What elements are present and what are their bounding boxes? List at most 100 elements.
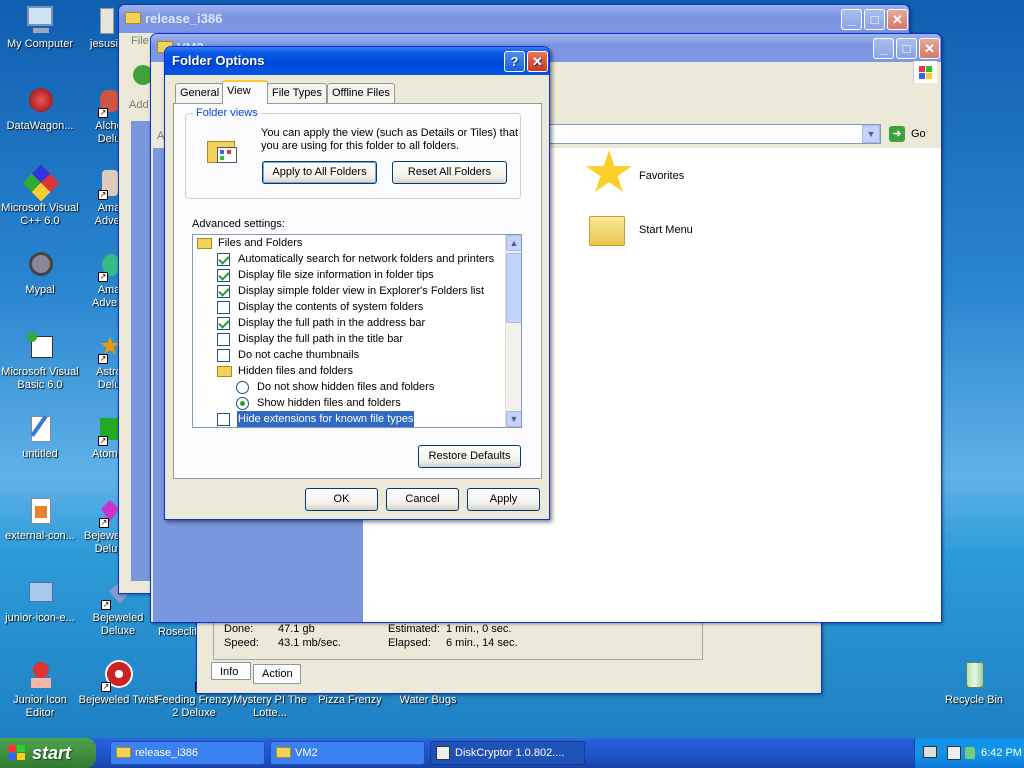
setting-row[interactable]: Display simple folder view in Explorer's… [193, 283, 505, 299]
address-dropdown-icon[interactable]: ▼ [862, 125, 880, 143]
minimize-button[interactable]: _ [873, 38, 894, 59]
minimize-button[interactable]: _ [841, 9, 862, 30]
setting-checkbox[interactable] [217, 285, 230, 298]
help-button[interactable]: ? [504, 51, 525, 72]
tab-general[interactable]: General [175, 83, 225, 103]
close-button[interactable]: ✕ [919, 38, 940, 59]
apply-to-all-folders-button[interactable]: Apply to All Folders [262, 161, 377, 184]
start-button[interactable]: start [0, 738, 96, 768]
desktop-icon-mypal[interactable]: Mypal [0, 250, 80, 297]
done-value: 47.1 gb [278, 623, 315, 635]
setting-row[interactable]: Files and Folders [193, 235, 505, 251]
desktop-icon-junior-icon-e[interactable]: junior-icon-e... [0, 578, 80, 625]
setting-row[interactable]: Display the full path in the title bar [193, 331, 505, 347]
scroll-down-icon[interactable]: ▼ [506, 411, 521, 427]
network-icon[interactable] [965, 747, 975, 759]
menu-file[interactable]: File [131, 35, 149, 47]
setting-checkbox[interactable] [217, 253, 230, 266]
tab-action[interactable]: Action [253, 664, 301, 684]
folder-icon [276, 747, 291, 758]
setting-radio[interactable] [236, 397, 249, 410]
favorites-star-icon [585, 150, 633, 192]
setting-checkbox[interactable] [217, 349, 230, 362]
setting-row[interactable]: Do not cache thumbnails [193, 347, 505, 363]
elapsed-label: Elapsed: [388, 637, 431, 649]
desktop-icon-recycle-bin[interactable]: Recycle Bin [934, 660, 1014, 707]
folder-views-icon [207, 135, 241, 167]
settings-scrollbar[interactable]: ▲ ▼ [505, 235, 521, 427]
desktop-icon-bejeweled-twist[interactable]: ↗ Bejeweled Twist [78, 660, 158, 707]
datawagon-icon [23, 86, 57, 118]
go-arrow-icon: ➜ [889, 126, 905, 142]
setting-label: Display simple folder view in Explorer's… [238, 285, 485, 297]
setting-row[interactable]: Display the full path in the address bar [193, 315, 505, 331]
folder-options-dialog[interactable]: Folder Options ? ✕ General View File Typ… [164, 46, 550, 520]
folder-icon [116, 747, 131, 758]
desktop-icon-my-computer[interactable]: My Computer [0, 4, 80, 51]
elapsed-value: 6 min., 14 sec. [446, 637, 518, 649]
setting-checkbox[interactable] [217, 333, 230, 346]
release-i386-titlebar[interactable]: release_i386 _ □ ✕ [119, 5, 909, 33]
setting-label: Hidden files and folders [238, 365, 353, 377]
speed-value: 43.1 mb/sec. [278, 637, 341, 649]
desktop-icon-junior-icon-editor[interactable]: Junior Icon Editor [0, 660, 80, 720]
desktop-icon-visual-basic[interactable]: Microsoft Visual Basic 6.0 [0, 332, 80, 392]
desktop-icon-external-con[interactable]: external-con... [0, 496, 80, 543]
setting-checkbox[interactable] [217, 317, 230, 330]
restore-defaults-button[interactable]: Restore Defaults [418, 445, 521, 468]
setting-row[interactable]: Hide extensions for known file types [193, 411, 505, 427]
diskcryptor-tray-icon[interactable] [947, 746, 961, 760]
desktop-icon-datawagon[interactable]: DataWagon... [0, 86, 80, 133]
tab-file-types[interactable]: File Types [267, 83, 327, 103]
address-bar[interactable]: ▼ [547, 124, 881, 144]
setting-checkbox[interactable] [217, 269, 230, 282]
reset-all-folders-button[interactable]: Reset All Folders [392, 161, 507, 184]
setting-radio[interactable] [236, 381, 249, 394]
apply-button[interactable]: Apply [467, 488, 540, 511]
desktop-icon-visual-cpp[interactable]: Microsoft Visual C++ 6.0 [0, 164, 80, 228]
advanced-settings-list[interactable]: Files and Folders Automatically search fo… [192, 234, 522, 428]
file-item-start-menu[interactable]: Start Menu [589, 212, 789, 252]
setting-checkbox[interactable] [217, 413, 230, 426]
desktop-icon-untitled[interactable]: untitled [0, 414, 80, 461]
file-item-favorites[interactable]: Favorites [585, 150, 785, 200]
maximize-button[interactable]: □ [896, 38, 917, 59]
desktop-icon-pizza-frenzy[interactable]: Pizza Frenzy [310, 694, 390, 707]
task-vm2[interactable]: VM2 [270, 741, 425, 765]
maximize-button[interactable]: □ [864, 9, 885, 30]
setting-row[interactable]: Display the contents of system folders [193, 299, 505, 315]
keyboard-icon[interactable] [923, 746, 937, 758]
task-diskcryptor[interactable]: DiskCryptor 1.0.802.... [430, 741, 585, 765]
dialog-titlebar[interactable]: Folder Options ? ✕ [165, 47, 549, 75]
setting-row[interactable]: Display file size information in folder … [193, 267, 505, 283]
setting-row[interactable]: Hidden files and folders [193, 363, 505, 379]
setting-row[interactable]: Automatically search for network folders… [193, 251, 505, 267]
go-button[interactable]: ➜ Go [887, 124, 935, 144]
setting-checkbox[interactable] [217, 301, 230, 314]
windows-logo-icon [913, 61, 937, 83]
setting-label: Show hidden files and folders [257, 397, 401, 409]
my-computer-icon [23, 4, 57, 36]
setting-label: Display the full path in the title bar [238, 333, 404, 345]
task-release-i386[interactable]: release_i386 [110, 741, 265, 765]
cancel-button[interactable]: Cancel [386, 488, 459, 511]
scroll-thumb[interactable] [506, 253, 521, 323]
visual-basic-icon [23, 332, 57, 364]
close-button[interactable]: ✕ [527, 51, 548, 72]
desktop-icon-mystery-pi[interactable]: Mystery PI The Lotte... [230, 694, 310, 720]
setting-row[interactable]: Do not show hidden files and folders [193, 379, 505, 395]
shortcut-arrow-icon: ↗ [98, 354, 108, 364]
clock[interactable]: 6:42 PM [981, 738, 1022, 768]
shortcut-arrow-icon: ↗ [98, 108, 108, 118]
setting-row[interactable]: Show hidden files and folders [193, 395, 505, 411]
desktop-icon-water-bugs[interactable]: Water Bugs [388, 694, 468, 707]
junior-icon-editor-icon [23, 660, 57, 692]
tab-view[interactable]: View [222, 80, 268, 104]
ok-button[interactable]: OK [305, 488, 378, 511]
scroll-up-icon[interactable]: ▲ [506, 235, 521, 251]
folder-views-text-2: you are using for this folder to all fol… [261, 140, 460, 152]
close-button[interactable]: ✕ [887, 9, 908, 30]
tab-info[interactable]: Info [211, 662, 251, 680]
document-icon [23, 496, 57, 528]
tab-offline-files[interactable]: Offline Files [327, 83, 395, 103]
